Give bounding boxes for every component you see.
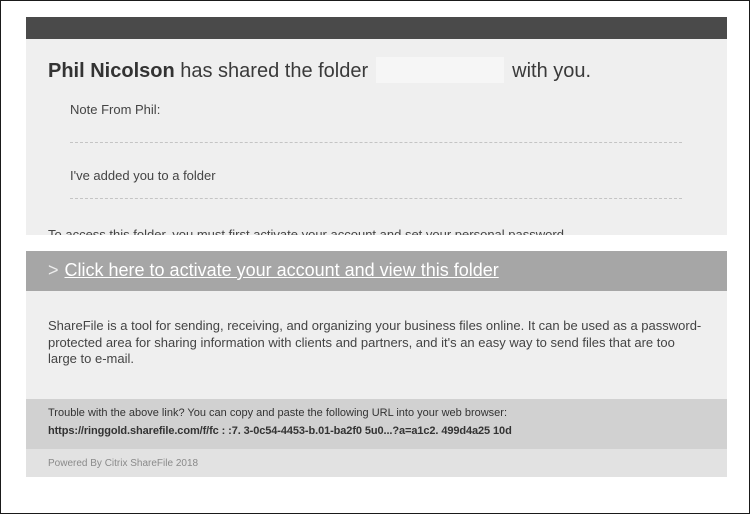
redacted-folder-name (376, 56, 505, 83)
fallback-url[interactable]: https://ringgold.sharefile.com/f/fc : :7… (48, 425, 705, 437)
chevron-right-icon: > (48, 260, 59, 280)
email-body: Phil Nicolson has shared the folder with … (26, 17, 727, 477)
note-divider-top (70, 142, 682, 143)
sender-name: Phil Nicolson (48, 60, 175, 82)
activate-account-link[interactable]: Click here to activate your account and … (65, 260, 499, 280)
note-text: I've added you to a folder (70, 168, 216, 183)
note-divider-bottom (70, 198, 682, 199)
share-headline: Phil Nicolson has shared the folder with … (48, 56, 592, 83)
sharefile-description: ShareFile is a tool for sending, receivi… (26, 291, 727, 399)
spacer (26, 235, 727, 251)
screenshot-frame: Phil Nicolson has shared the folder with … (0, 0, 750, 514)
trouble-section: Trouble with the above link? You can cop… (26, 399, 727, 449)
note-label: Note From Phil: (70, 102, 161, 117)
email-header-bar (26, 17, 727, 39)
trouble-text: Trouble with the above link? You can cop… (48, 407, 508, 419)
headline-end-text: with you. (512, 60, 592, 82)
activate-account-button[interactable]: > Click here to activate your account and… (26, 251, 727, 291)
share-notice-panel: Phil Nicolson has shared the folder with … (26, 39, 727, 242)
powered-by-footer: Powered By Citrix ShareFile 2018 (26, 449, 727, 477)
headline-text: has shared the folder (180, 60, 369, 82)
